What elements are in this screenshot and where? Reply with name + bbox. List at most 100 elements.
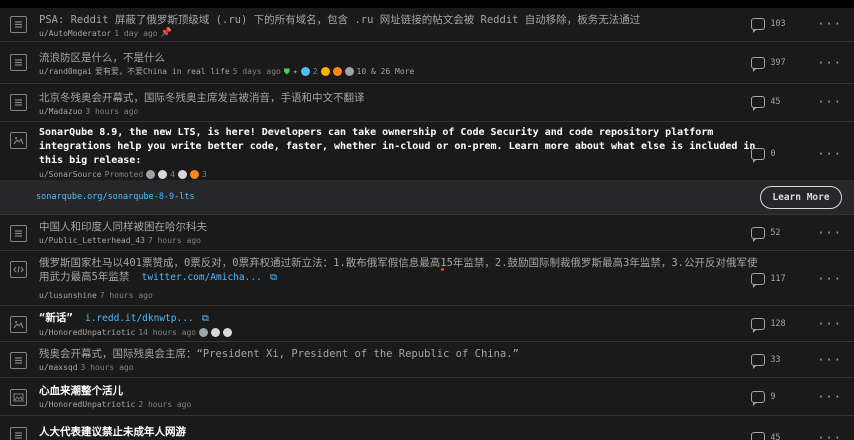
comment-bubble-icon bbox=[751, 273, 766, 288]
comments-button[interactable]: 9 bbox=[751, 391, 807, 406]
user-flair: 爱有爱，不爱China in real life bbox=[94, 67, 230, 76]
post-time: 1 day ago bbox=[114, 29, 158, 38]
ad-link-bar: sonarqube.org/sonarqube-8-9-lts Learn Mo… bbox=[0, 180, 854, 215]
pin-icon: ✦ bbox=[292, 67, 298, 76]
external-link[interactable]: twitter.com/Amicha... bbox=[142, 272, 262, 283]
post-author[interactable]: u/lusunshine bbox=[39, 290, 97, 301]
post-author[interactable]: u/AutoModerator bbox=[39, 28, 111, 39]
comments-button[interactable]: 117 bbox=[751, 273, 807, 288]
comments-button[interactable]: 52 bbox=[751, 227, 807, 242]
post-time: 7 hours ago bbox=[99, 291, 153, 300]
award-icon bbox=[158, 170, 168, 179]
post-author[interactable]: u/SonarSource bbox=[39, 169, 102, 180]
comment-count: 33 bbox=[770, 355, 781, 365]
post-title[interactable]: “新话” i.redd.it/dknwtp... ⧉ bbox=[39, 311, 758, 326]
more-options-icon[interactable]: ··· bbox=[817, 273, 842, 285]
post-title[interactable]: 俄罗斯国家杜马以401票赞成，0票反对，0票弃权通过新立法：1.散布俄军假信息最… bbox=[39, 256, 766, 285]
post-author[interactable]: u/Public_Letterhead_43 bbox=[39, 235, 145, 246]
post-title[interactable]: 心血来潮整个活儿 bbox=[39, 384, 758, 398]
awards-more[interactable]: 10 & 26 More bbox=[357, 66, 415, 77]
comment-bubble-icon bbox=[751, 18, 766, 33]
more-options-icon[interactable]: ··· bbox=[817, 96, 842, 108]
comments-button[interactable]: 397 bbox=[751, 57, 807, 72]
comment-bubble-icon bbox=[751, 96, 766, 111]
award-icon bbox=[177, 170, 187, 179]
more-options-icon[interactable]: ··· bbox=[817, 354, 842, 366]
external-link-icon: ⧉ bbox=[270, 272, 277, 283]
post-time: 2 hours ago bbox=[138, 400, 192, 409]
post-time: 3 hours ago bbox=[85, 107, 139, 116]
award-count: 4 bbox=[170, 170, 175, 179]
promoted-label: Promoted bbox=[104, 170, 144, 179]
post-author[interactable]: u/HonoredUnpatriotic bbox=[39, 327, 135, 338]
comment-count: 103 bbox=[770, 19, 786, 29]
shield-icon: ⛊ bbox=[283, 67, 290, 76]
learn-more-button[interactable]: Learn More bbox=[760, 186, 842, 209]
comments-button[interactable]: 128 bbox=[751, 318, 807, 333]
more-options-icon[interactable]: ··· bbox=[817, 227, 842, 239]
award-icon bbox=[146, 170, 156, 179]
post-title[interactable]: 残奥会开幕式，国际残奥会主席：“President Xi, President … bbox=[39, 347, 758, 361]
comment-count: 397 bbox=[770, 58, 786, 68]
post-row[interactable]: 俄罗斯国家杜马以401票赞成，0票反对，0票弃权通过新立法：1.散布俄军假信息最… bbox=[0, 251, 854, 306]
post-title[interactable]: 中国人和印度人同样被困在哈尔科夫 bbox=[39, 220, 758, 234]
comment-count: 117 bbox=[770, 274, 786, 284]
comment-bubble-icon bbox=[751, 391, 766, 406]
comment-count: 128 bbox=[770, 319, 786, 329]
post-title-text: “新话” bbox=[39, 312, 73, 324]
award-icon bbox=[211, 328, 221, 337]
post-title[interactable]: SonarQube 8.9, the new LTS, is here! Dev… bbox=[39, 126, 764, 168]
more-options-icon[interactable]: ··· bbox=[817, 318, 842, 330]
text-post-icon bbox=[10, 94, 27, 111]
more-options-icon[interactable]: ··· bbox=[817, 148, 842, 160]
post-author[interactable]: u/rand0mgai bbox=[39, 66, 92, 77]
post-row[interactable]: “新话” i.redd.it/dknwtp... ⧉ u/HonoredUnpa… bbox=[0, 306, 854, 342]
award-icon bbox=[300, 67, 310, 76]
comment-count: 0 bbox=[770, 149, 776, 159]
post-row[interactable]: 流浪防区是什么，不是什么 u/rand0mgai 爱有爱，不爱China in … bbox=[0, 42, 854, 84]
award-count: 2 bbox=[312, 67, 318, 76]
comment-count: 9 bbox=[770, 392, 776, 402]
image-post-icon bbox=[10, 389, 27, 406]
post-row[interactable]: 北京冬残奥会开幕式，国际冬残奥主席发言被消音，手语和中文不翻译 u/Madazu… bbox=[0, 84, 854, 122]
external-link[interactable]: i.redd.it/dknwtp... bbox=[85, 313, 194, 324]
post-title[interactable]: PSA: Reddit 屏蔽了俄罗斯顶级域 (.ru) 下的所有域名，包含 .r… bbox=[39, 13, 758, 27]
comments-button[interactable]: 45 bbox=[751, 96, 807, 111]
external-link-icon: ⧉ bbox=[201, 313, 209, 324]
post-author[interactable]: u/HonoredUnpatriotic bbox=[39, 399, 135, 410]
top-strip bbox=[0, 0, 854, 8]
more-options-icon[interactable]: ··· bbox=[817, 391, 842, 403]
post-time: 14 hours ago bbox=[138, 328, 197, 337]
post-title[interactable]: 流浪防区是什么，不是什么 bbox=[39, 51, 758, 65]
post-row[interactable]: 残奥会开幕式，国际残奥会主席：“President Xi, President … bbox=[0, 342, 854, 378]
post-author[interactable]: u/Madazuo bbox=[39, 106, 82, 117]
award-count: 3 bbox=[201, 170, 207, 179]
award-icon bbox=[344, 67, 354, 76]
award-icon bbox=[199, 328, 209, 337]
post-time: 3 hours ago bbox=[80, 363, 134, 372]
comment-bubble-icon bbox=[751, 148, 766, 163]
comments-button[interactable]: 33 bbox=[751, 354, 807, 369]
post-author[interactable]: u/maxsqd bbox=[39, 362, 78, 373]
post-row[interactable]: 心血来潮整个活儿 u/HonoredUnpatriotic 2 hours ag… bbox=[0, 378, 854, 416]
more-options-icon[interactable]: ··· bbox=[817, 57, 842, 69]
image-post-icon bbox=[10, 316, 27, 333]
comments-button[interactable]: 0 bbox=[751, 148, 807, 163]
pin-icon: 📌 bbox=[160, 28, 172, 38]
more-options-icon[interactable]: ··· bbox=[817, 18, 842, 30]
comment-bubble-icon bbox=[751, 354, 766, 369]
ad-domain-link[interactable]: sonarqube.org/sonarqube-8-9-lts bbox=[36, 192, 195, 202]
comments-button[interactable]: 103 bbox=[751, 18, 807, 33]
comment-bubble-icon bbox=[751, 57, 766, 72]
comments-button[interactable]: 45 bbox=[751, 432, 807, 440]
post-time: 7 hours ago bbox=[147, 236, 201, 245]
more-options-icon[interactable]: ··· bbox=[817, 432, 842, 440]
post-title[interactable]: 北京冬残奥会开幕式，国际冬残奥主席发言被消音，手语和中文不翻译 bbox=[39, 91, 758, 105]
post-row[interactable]: 中国人和印度人同样被困在哈尔科夫 u/Public_Letterhead_43 … bbox=[0, 215, 854, 251]
post-title[interactable]: 人大代表建议禁止未成年人网游 bbox=[39, 425, 758, 439]
post-row[interactable]: 人大代表建议禁止未成年人网游 45 ··· bbox=[0, 416, 854, 440]
award-icon bbox=[189, 170, 199, 179]
promoted-post-row[interactable]: SonarQube 8.9, the new LTS, is here! Dev… bbox=[0, 122, 854, 180]
comment-bubble-icon bbox=[751, 227, 766, 242]
post-row[interactable]: PSA: Reddit 屏蔽了俄罗斯顶级域 (.ru) 下的所有域名，包含 .r… bbox=[0, 8, 854, 42]
